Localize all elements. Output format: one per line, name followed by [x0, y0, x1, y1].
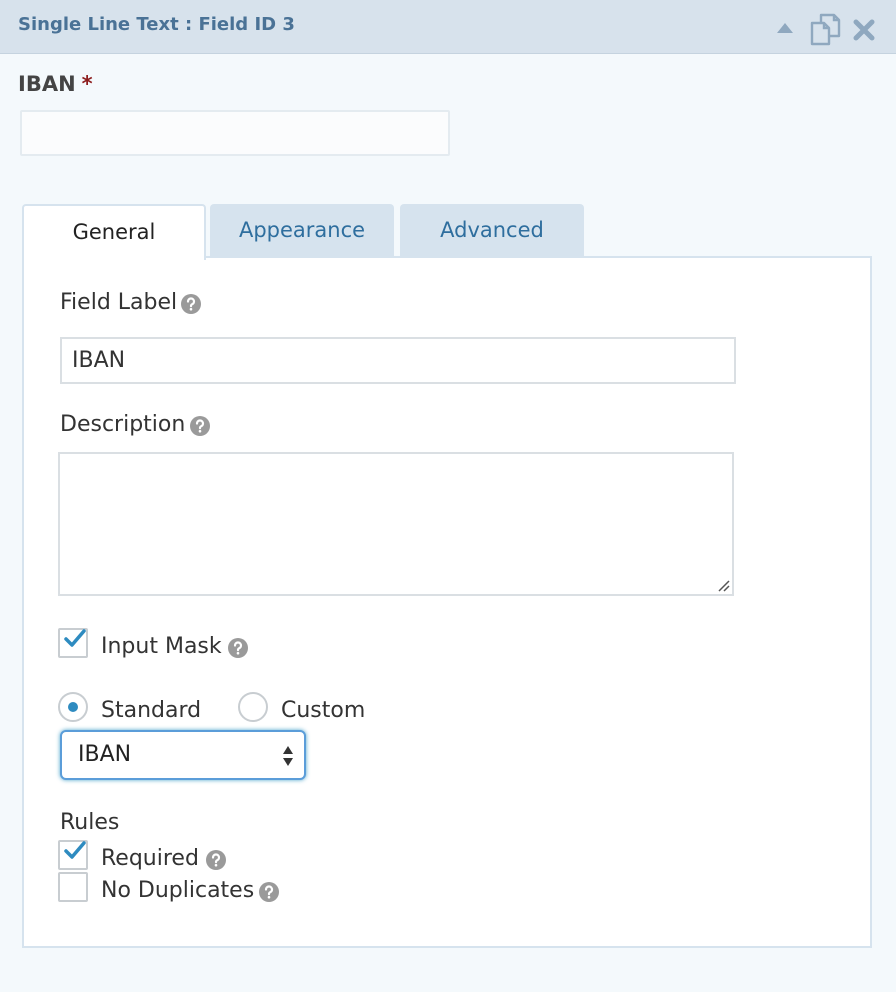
select-arrows-icon: [283, 746, 293, 766]
field-header-title: Single Line Text : Field ID 3: [18, 14, 295, 35]
help-icon[interactable]: [259, 882, 279, 902]
field-label-input[interactable]: [60, 337, 736, 384]
help-icon[interactable]: [181, 294, 201, 314]
tab-advanced[interactable]: Advanced: [400, 204, 584, 258]
tab-general[interactable]: General: [22, 204, 206, 260]
required-label: Required: [101, 846, 199, 871]
input-mask-select[interactable]: IBAN: [60, 730, 306, 780]
no-duplicates-label: No Duplicates: [101, 878, 255, 903]
input-mask-select-value: IBAN: [78, 742, 132, 767]
custom-radio-label: Custom: [281, 698, 366, 723]
custom-radio[interactable]: [238, 692, 268, 722]
no-duplicates-checkbox[interactable]: [58, 872, 88, 902]
preview-field-label: IBAN *: [18, 72, 93, 96]
required-checkbox[interactable]: [58, 840, 88, 870]
input-mask-label: Input Mask: [101, 634, 222, 659]
resize-handle-icon[interactable]: [716, 578, 730, 592]
description-label: Description: [60, 412, 186, 437]
help-icon[interactable]: [228, 638, 248, 658]
preview-label-text: IBAN: [18, 72, 76, 96]
collapse-icon[interactable]: [776, 22, 794, 34]
standard-radio-label: Standard: [101, 698, 202, 723]
rules-heading: Rules: [60, 810, 120, 835]
required-marker: *: [81, 72, 93, 96]
close-icon[interactable]: [852, 18, 876, 42]
description-textarea[interactable]: [58, 452, 734, 596]
preview-input[interactable]: [20, 110, 450, 156]
field-label-label: Field Label: [60, 290, 178, 315]
field-header[interactable]: Single Line Text : Field ID 3: [0, 0, 896, 54]
help-icon[interactable]: [190, 416, 210, 436]
standard-radio[interactable]: [58, 692, 88, 722]
input-mask-checkbox[interactable]: [58, 628, 88, 658]
checkmark-icon: [64, 629, 86, 647]
radio-selected-dot: [68, 702, 78, 712]
checkmark-icon: [64, 841, 86, 859]
help-icon[interactable]: [206, 850, 226, 870]
tab-appearance[interactable]: Appearance: [210, 204, 394, 258]
duplicate-icon[interactable]: [808, 12, 842, 46]
